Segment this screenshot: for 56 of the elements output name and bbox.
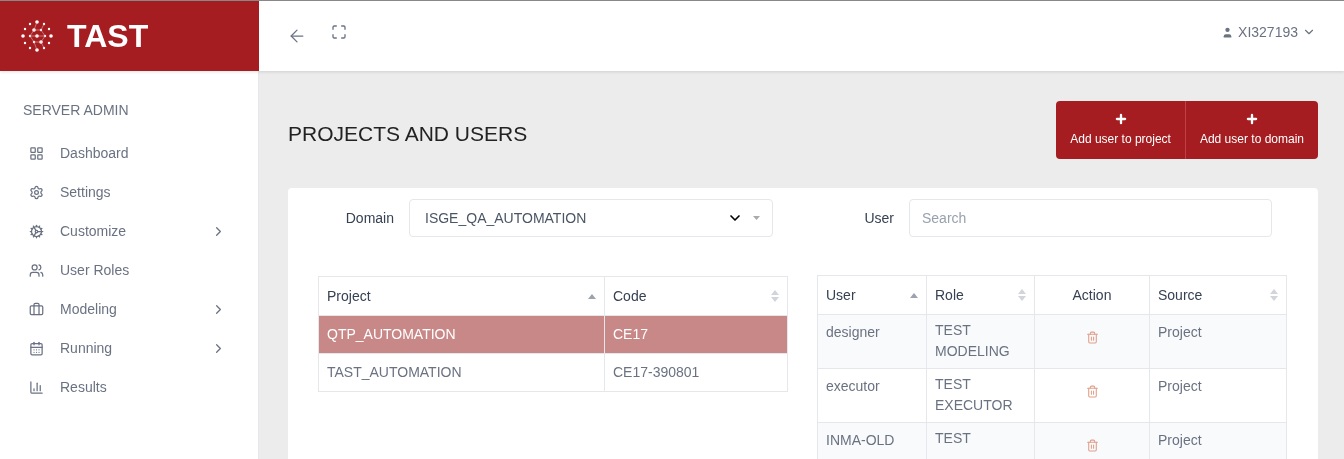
add-button[interactable]: Add user to domain	[1185, 101, 1318, 159]
delete-button[interactable]	[1085, 385, 1099, 398]
sidebar-item[interactable]: Running	[0, 329, 258, 368]
sidebar-item[interactable]: Customize	[0, 212, 258, 251]
table-cell: Project	[1149, 314, 1287, 369]
settings-icon	[29, 185, 44, 200]
table-cell: TEST MODELING	[926, 314, 1035, 369]
delete-button[interactable]	[1085, 439, 1099, 452]
delete-button[interactable]	[1085, 331, 1099, 344]
sidebar-item[interactable]: User Roles	[0, 251, 258, 290]
table-cell: TAST_AUTOMATION	[318, 353, 605, 392]
domain-select[interactable]: ISGE_QA_AUTOMATION	[409, 199, 773, 237]
calendar-icon	[29, 341, 44, 356]
table-cell: QTP_AUTOMATION	[318, 315, 605, 354]
table-cell: executor	[817, 368, 927, 423]
table-cell: TEST EXECUTOR	[926, 368, 1035, 423]
user-search-field[interactable]: Search	[909, 199, 1272, 237]
table-cell: INMA-OLD	[817, 422, 927, 459]
column-header[interactable]: Source	[1149, 275, 1287, 315]
sort-ascending-icon	[910, 292, 918, 298]
caret-icon	[753, 216, 760, 220]
network-logo-icon	[19, 18, 55, 54]
column-header[interactable]: Code	[604, 276, 788, 316]
project-row[interactable]: TAST_AUTOMATION CE17-390801	[318, 353, 788, 392]
table-cell: designer	[817, 314, 927, 369]
sort-icon	[1270, 289, 1278, 301]
fullscreen-button[interactable]	[331, 24, 347, 40]
plus-icon	[1113, 112, 1128, 126]
sidebar-item[interactable]: Settings	[0, 173, 258, 212]
users-icon	[29, 263, 44, 278]
plus-icon	[1244, 112, 1259, 126]
column-header[interactable]: Role	[926, 275, 1035, 315]
table-cell: CE17	[604, 315, 788, 354]
column-header[interactable]: Project	[318, 276, 605, 316]
sort-icon	[1018, 289, 1026, 301]
sidebar-item[interactable]: Dashboard	[0, 134, 258, 173]
column-header[interactable]: User	[817, 275, 927, 315]
page-title: PROJECTS AND USERS	[288, 121, 528, 147]
project-row[interactable]: QTP_AUTOMATION CE17	[318, 315, 788, 354]
cog-icon	[29, 224, 44, 239]
column-header[interactable]: Action	[1034, 275, 1150, 315]
user-label: User	[863, 208, 895, 228]
grid-icon	[29, 146, 44, 161]
sidebar-item[interactable]: Modeling	[0, 290, 258, 329]
domain-label: Domain	[344, 208, 395, 228]
briefcase-icon	[29, 302, 44, 317]
brand-name: TAST	[67, 17, 149, 56]
table-cell: Project	[1149, 368, 1287, 423]
sort-ascending-icon	[588, 293, 596, 299]
user-menu[interactable]: XI327193	[1221, 21, 1316, 43]
table-cell: CE17-390801	[604, 353, 788, 392]
sidebar-section-title: SERVER ADMIN	[22, 101, 130, 120]
sort-icon	[771, 290, 779, 302]
bar-chart-icon	[29, 380, 44, 395]
sidebar-item[interactable]: Results	[0, 368, 258, 407]
add-button[interactable]: Add user to project	[1056, 101, 1186, 159]
